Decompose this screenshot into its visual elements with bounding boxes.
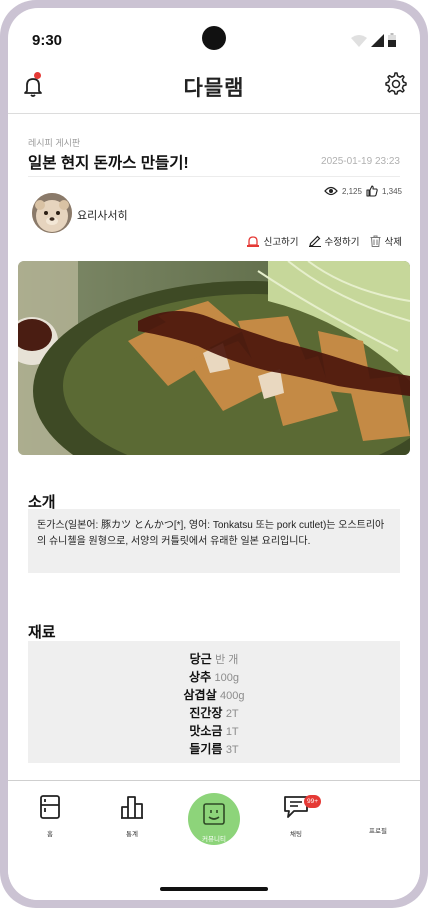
- ingredient-amount: 2T: [225, 708, 239, 720]
- ingredients-heading: 재료: [28, 624, 56, 641]
- author-name[interactable]: 요리사서히: [77, 207, 128, 223]
- signal-icon: [371, 34, 384, 47]
- ingredient-row: 맛소금 1T: [28, 723, 400, 741]
- wifi-icon: [351, 35, 367, 47]
- ingredients-box: 당근 반 개 상추 100g 삼겹살 400g 진간장 2T 맛소금 1T 들기…: [28, 641, 400, 763]
- intro-text: 돈가스(일본어: 豚カツ とんかつ[*], 영어: Tonkatsu 또는 po…: [37, 520, 385, 547]
- report-button[interactable]: 신고하기: [246, 234, 299, 248]
- ingredient-row: 당근 반 개: [28, 651, 400, 669]
- post-stats: 2,125 1,345: [324, 185, 402, 197]
- nav-profile-label: 프로필: [369, 828, 387, 835]
- home-indicator[interactable]: [160, 887, 268, 891]
- post-actions: 신고하기 수정하기 삭제: [246, 234, 402, 248]
- ingredient-row: 진간장 2T: [28, 705, 400, 723]
- pencil-icon: [308, 235, 321, 247]
- ingredient-amount: 1T: [225, 726, 239, 738]
- front-camera: [202, 26, 226, 50]
- thumbs-up-icon[interactable]: [366, 185, 378, 197]
- trash-icon: [370, 235, 381, 247]
- tonkatsu-image: [18, 261, 410, 455]
- status-icons: [351, 33, 396, 47]
- device-frame: 9:30 다믈램 레시피 게시판 일본 현지 돈까스 만들기! 2025-01-…: [0, 0, 428, 908]
- nav-community-label: 커뮤니티: [202, 836, 226, 843]
- app-header: 다믈램: [8, 68, 420, 114]
- nav-community[interactable]: 커뮤니티: [188, 793, 240, 845]
- status-time: 9:30: [32, 32, 63, 49]
- like-count: 1,345: [381, 186, 402, 196]
- edit-label: 수정하기: [324, 237, 360, 248]
- smiley-icon: [203, 803, 225, 825]
- divider: [28, 176, 400, 177]
- gear-icon: [385, 72, 407, 95]
- post-content[interactable]: 레시피 게시판 일본 현지 돈까스 만들기! 2025-01-19 23:23 …: [8, 114, 420, 780]
- edit-button[interactable]: 수정하기: [308, 234, 360, 248]
- ingredient-amount: 3T: [225, 744, 239, 756]
- intro-box: 돈가스(일본어: 豚カツ とんかつ[*], 영어: Tonkatsu 또는 po…: [28, 509, 400, 573]
- nav-profile[interactable]: 프로필: [348, 821, 408, 835]
- ingredient-name: 상추: [189, 670, 212, 684]
- ingredient-amount: 400g: [219, 690, 245, 702]
- bar-chart-icon: [121, 796, 143, 819]
- delete-label: 삭제: [384, 237, 402, 248]
- nav-home-label: 홈: [47, 831, 53, 838]
- ingredient-amount: 100g: [214, 672, 239, 684]
- app-title: 다믈램: [183, 77, 245, 100]
- avatar[interactable]: [32, 193, 72, 233]
- nav-chat-label: 채팅: [290, 831, 302, 838]
- chat-badge: 99+: [304, 795, 321, 808]
- settings-button[interactable]: [384, 72, 408, 96]
- ingredient-name: 맛소금: [189, 724, 223, 738]
- post-title: 일본 현지 돈까스 만들기!: [28, 155, 189, 172]
- ingredient-row: 상추 100g: [28, 669, 400, 687]
- fridge-icon: [40, 795, 60, 819]
- bottom-nav: 홈 통계 커뮤니티 채팅 99+ 프로필: [8, 780, 420, 900]
- screen: 9:30 다믈램 레시피 게시판 일본 현지 돈까스 만들기! 2025-01-…: [8, 8, 420, 900]
- delete-button[interactable]: 삭제: [370, 234, 402, 248]
- ingredient-name: 당근: [189, 652, 212, 666]
- post-category: 레시피 게시판: [28, 138, 81, 148]
- ingredient-row: 삼겹살 400g: [28, 687, 400, 705]
- battery-icon: [388, 33, 396, 47]
- ingredient-name: 진간장: [189, 706, 223, 720]
- report-label: 신고하기: [263, 237, 299, 248]
- post-date: 2025-01-19 23:23: [321, 156, 400, 167]
- nav-stats[interactable]: 통계: [102, 795, 162, 838]
- avatar-image: [32, 193, 72, 233]
- view-count: 2,125: [341, 186, 362, 196]
- nav-stats-label: 통계: [126, 831, 138, 838]
- ingredient-name: 삼겹살: [183, 688, 217, 702]
- ingredient-name: 들기름: [189, 742, 223, 756]
- ingredient-row: 들기름 3T: [28, 741, 400, 759]
- status-bar: 9:30: [8, 8, 420, 68]
- ingredient-amount: 반 개: [215, 654, 239, 666]
- siren-icon: [246, 236, 259, 247]
- recipe-photo: [18, 261, 410, 455]
- eye-icon: [324, 186, 338, 196]
- nav-home[interactable]: 홈: [20, 795, 80, 838]
